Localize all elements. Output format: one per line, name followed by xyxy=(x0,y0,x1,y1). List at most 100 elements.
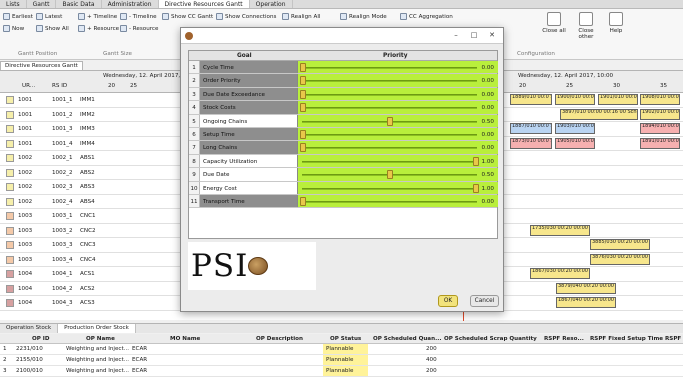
gantt-operation-bar[interactable]: 3876/030 00:20 00:00 Scheduled xyxy=(590,253,650,265)
group-label-gantt-position: Gantt Position xyxy=(18,51,58,57)
slider-thumb[interactable] xyxy=(473,156,479,166)
priority-slider[interactable]: 0.00 xyxy=(297,195,498,208)
grid-cell-status: Plannable xyxy=(326,346,354,352)
tab-administration[interactable]: Administration xyxy=(102,0,159,8)
tab-production-order-stock[interactable]: Production Order Stock xyxy=(58,324,136,333)
slider-thumb[interactable] xyxy=(300,130,306,139)
priority-slider[interactable]: 0.00 xyxy=(297,141,498,154)
gantt-operation-bar[interactable]: 1905/010 00:0 Scheduled xyxy=(555,137,595,149)
goal-row[interactable]: 6 Setup Time 0.00 xyxy=(189,128,498,142)
tab-operation[interactable]: Operation xyxy=(250,0,293,8)
tab-basic-data[interactable]: Basic Data xyxy=(56,0,102,8)
goal-row[interactable]: 3 Due Date Exceedance 0.00 xyxy=(189,87,498,102)
slider-thumb[interactable] xyxy=(386,170,393,180)
minimize-button[interactable]: – xyxy=(451,31,461,39)
gantt-operation-bar[interactable]: 1900/010 00:0 Scheduled xyxy=(555,94,595,105)
goal-row[interactable]: 2 Order Priority 0.00 xyxy=(189,74,498,88)
show-cc-gantt-toggle[interactable]: Show CC Gantt xyxy=(162,13,213,20)
goal-row[interactable]: 7 Long Chains 0.00 xyxy=(189,141,498,155)
column-header[interactable]: OP Status xyxy=(330,336,361,342)
realign-mode-dropdown[interactable]: Realign Mode xyxy=(340,13,387,20)
gantt-operation-bar[interactable]: 1908/010 00:0 Scheduled xyxy=(640,94,680,105)
now-button[interactable]: Now xyxy=(3,25,24,32)
goal-row[interactable]: 5 Ongoing Chains 0.50 xyxy=(189,114,498,128)
tab-lists[interactable]: Lists xyxy=(0,0,27,8)
resource-minus-button[interactable]: - Resource xyxy=(120,25,158,32)
goal-row[interactable]: 1 Cycle Time 0.00 xyxy=(189,61,498,75)
gantt-operation-bar[interactable]: 1889/010 00:0 Scheduled xyxy=(510,94,552,105)
gantt-operation-bar[interactable]: 1891/010 00:0 Scheduled xyxy=(640,137,680,149)
grid-row[interactable]: 1 2231/010 Weighting and Inject... ECAR Plan… xyxy=(0,344,683,355)
slider-thumb[interactable] xyxy=(300,143,306,153)
gantt-operation-bar[interactable]: 1887/010 00:0 Scheduled xyxy=(510,123,552,134)
slider-thumb[interactable] xyxy=(300,76,306,86)
priority-slider[interactable]: 0.50 xyxy=(297,114,498,127)
gantt-operation-bar[interactable]: 1901/010 00:0 Scheduled xyxy=(598,94,638,105)
priority-slider[interactable]: 0.00 xyxy=(297,87,498,101)
priority-slider[interactable]: 0.00 xyxy=(297,61,498,74)
gantt-operation-bar[interactable]: 3885/030 00:20 00:00 Scheduled xyxy=(590,239,650,250)
column-header[interactable]: OP ID xyxy=(32,336,50,342)
column-header-ur[interactable]: UR... xyxy=(22,83,35,89)
goal-row[interactable]: 9 Due Date 0.50 xyxy=(189,168,498,182)
document-tab[interactable]: Directive Resources Gantt xyxy=(0,61,83,70)
column-header[interactable]: OP Scheduled Scrap Quantity xyxy=(444,336,537,342)
close-other-button[interactable]: Close other xyxy=(572,12,600,40)
slider-thumb[interactable] xyxy=(300,63,306,72)
slider-thumb[interactable] xyxy=(386,116,393,126)
slider-thumb[interactable] xyxy=(300,197,306,206)
gantt-operation-bar[interactable]: 1867/030 00:20 00:00 Scheduled xyxy=(530,268,590,279)
priority-slider[interactable]: 1.00 xyxy=(297,154,498,168)
priority-slider[interactable]: 1.00 xyxy=(297,181,498,194)
gantt-operation-bar[interactable]: 1902/010 00:0 Scheduled xyxy=(640,108,680,120)
gantt-operation-bar[interactable]: 1867/040 00:20 00:00 Scheduled xyxy=(556,297,616,308)
slider-thumb[interactable] xyxy=(300,103,306,113)
priority-slider[interactable]: 0.50 xyxy=(297,168,498,181)
tab-gantt[interactable]: Gantt xyxy=(27,0,57,8)
cc-aggregation-button[interactable]: CC Aggregation xyxy=(400,13,453,20)
column-header[interactable]: RSPF Fixed Setup Time xyxy=(590,336,663,342)
timeline-minus-button[interactable]: - Timeline xyxy=(120,13,157,20)
timeline-plus-button[interactable]: + Timeline xyxy=(78,13,117,20)
latest-button[interactable]: Latest xyxy=(36,13,62,20)
column-header-rs-id[interactable]: RS ID xyxy=(52,83,67,89)
tab-operation-stock[interactable]: Operation Stock xyxy=(0,324,59,333)
cancel-button[interactable]: Cancel xyxy=(470,295,499,307)
goal-row[interactable]: 8 Capacity Utilization 1.00 xyxy=(189,154,498,169)
column-header[interactable]: OP Scheduled Quan... xyxy=(373,336,441,342)
column-header[interactable]: OP Description xyxy=(256,336,303,342)
priority-slider[interactable]: 0.00 xyxy=(297,74,498,87)
earliest-button[interactable]: Earliest xyxy=(3,13,33,20)
grid-row[interactable]: 3 2100/010 Weighting and Inject... ECAR Plan… xyxy=(0,366,683,377)
ok-button[interactable]: OK xyxy=(438,295,458,307)
gantt-operation-bar[interactable]: 1873/010 00:0 Scheduled xyxy=(510,137,552,149)
resource-plus-button[interactable]: + Resource xyxy=(78,25,119,32)
show-connections-toggle[interactable]: Show Connections xyxy=(216,13,276,20)
maximize-button[interactable]: □ xyxy=(469,31,479,39)
slider-thumb[interactable] xyxy=(473,183,479,193)
show-all-button[interactable]: Show All xyxy=(36,25,69,32)
tab-directive-resources-gantt[interactable]: Directive Resources Gantt xyxy=(158,0,250,8)
gantt-operation-bar[interactable]: 3897/010 00:00 00:16 00 Scheduled xyxy=(560,108,638,120)
gantt-operation-bar[interactable]: 1894/010 00:0 Scheduled xyxy=(640,123,680,134)
priority-slider[interactable]: 0.00 xyxy=(297,101,498,114)
column-header[interactable]: RSPF Reso... xyxy=(544,336,584,342)
column-header[interactable]: RSPF xyxy=(665,336,681,342)
realign-all-button[interactable]: Realign All xyxy=(282,13,320,20)
close-all-button[interactable]: Close all xyxy=(542,12,566,34)
close-button[interactable]: ✕ xyxy=(487,31,497,39)
slider-thumb[interactable] xyxy=(300,89,306,99)
help-button[interactable]: Help xyxy=(604,12,628,34)
column-header[interactable]: OP Name xyxy=(86,336,115,342)
goal-row[interactable]: 11 Transport Time 0.00 xyxy=(189,195,498,209)
goal-row[interactable]: 10 Energy Cost 1.00 xyxy=(189,181,498,195)
goal-row[interactable]: 4 Stock Costs 0.00 xyxy=(189,101,498,115)
gantt-operation-bar[interactable]: 1903/010 00:0 Scheduled xyxy=(555,123,595,134)
grid-row[interactable]: 2 2155/010 Weighting and Inject... ECAR Plan… xyxy=(0,355,683,366)
gantt-operation-bar[interactable]: 1735/030 00:20 00:00 Scheduled xyxy=(530,224,590,236)
resource-color-swatch xyxy=(6,125,14,133)
column-header[interactable]: MO Name xyxy=(170,336,200,342)
grid-cell-name: Weighting and Inject... xyxy=(66,357,130,363)
gantt-operation-bar[interactable]: 3879/040 00:20 00:00 Scheduled xyxy=(556,282,616,294)
priority-slider[interactable]: 0.00 xyxy=(297,128,498,141)
